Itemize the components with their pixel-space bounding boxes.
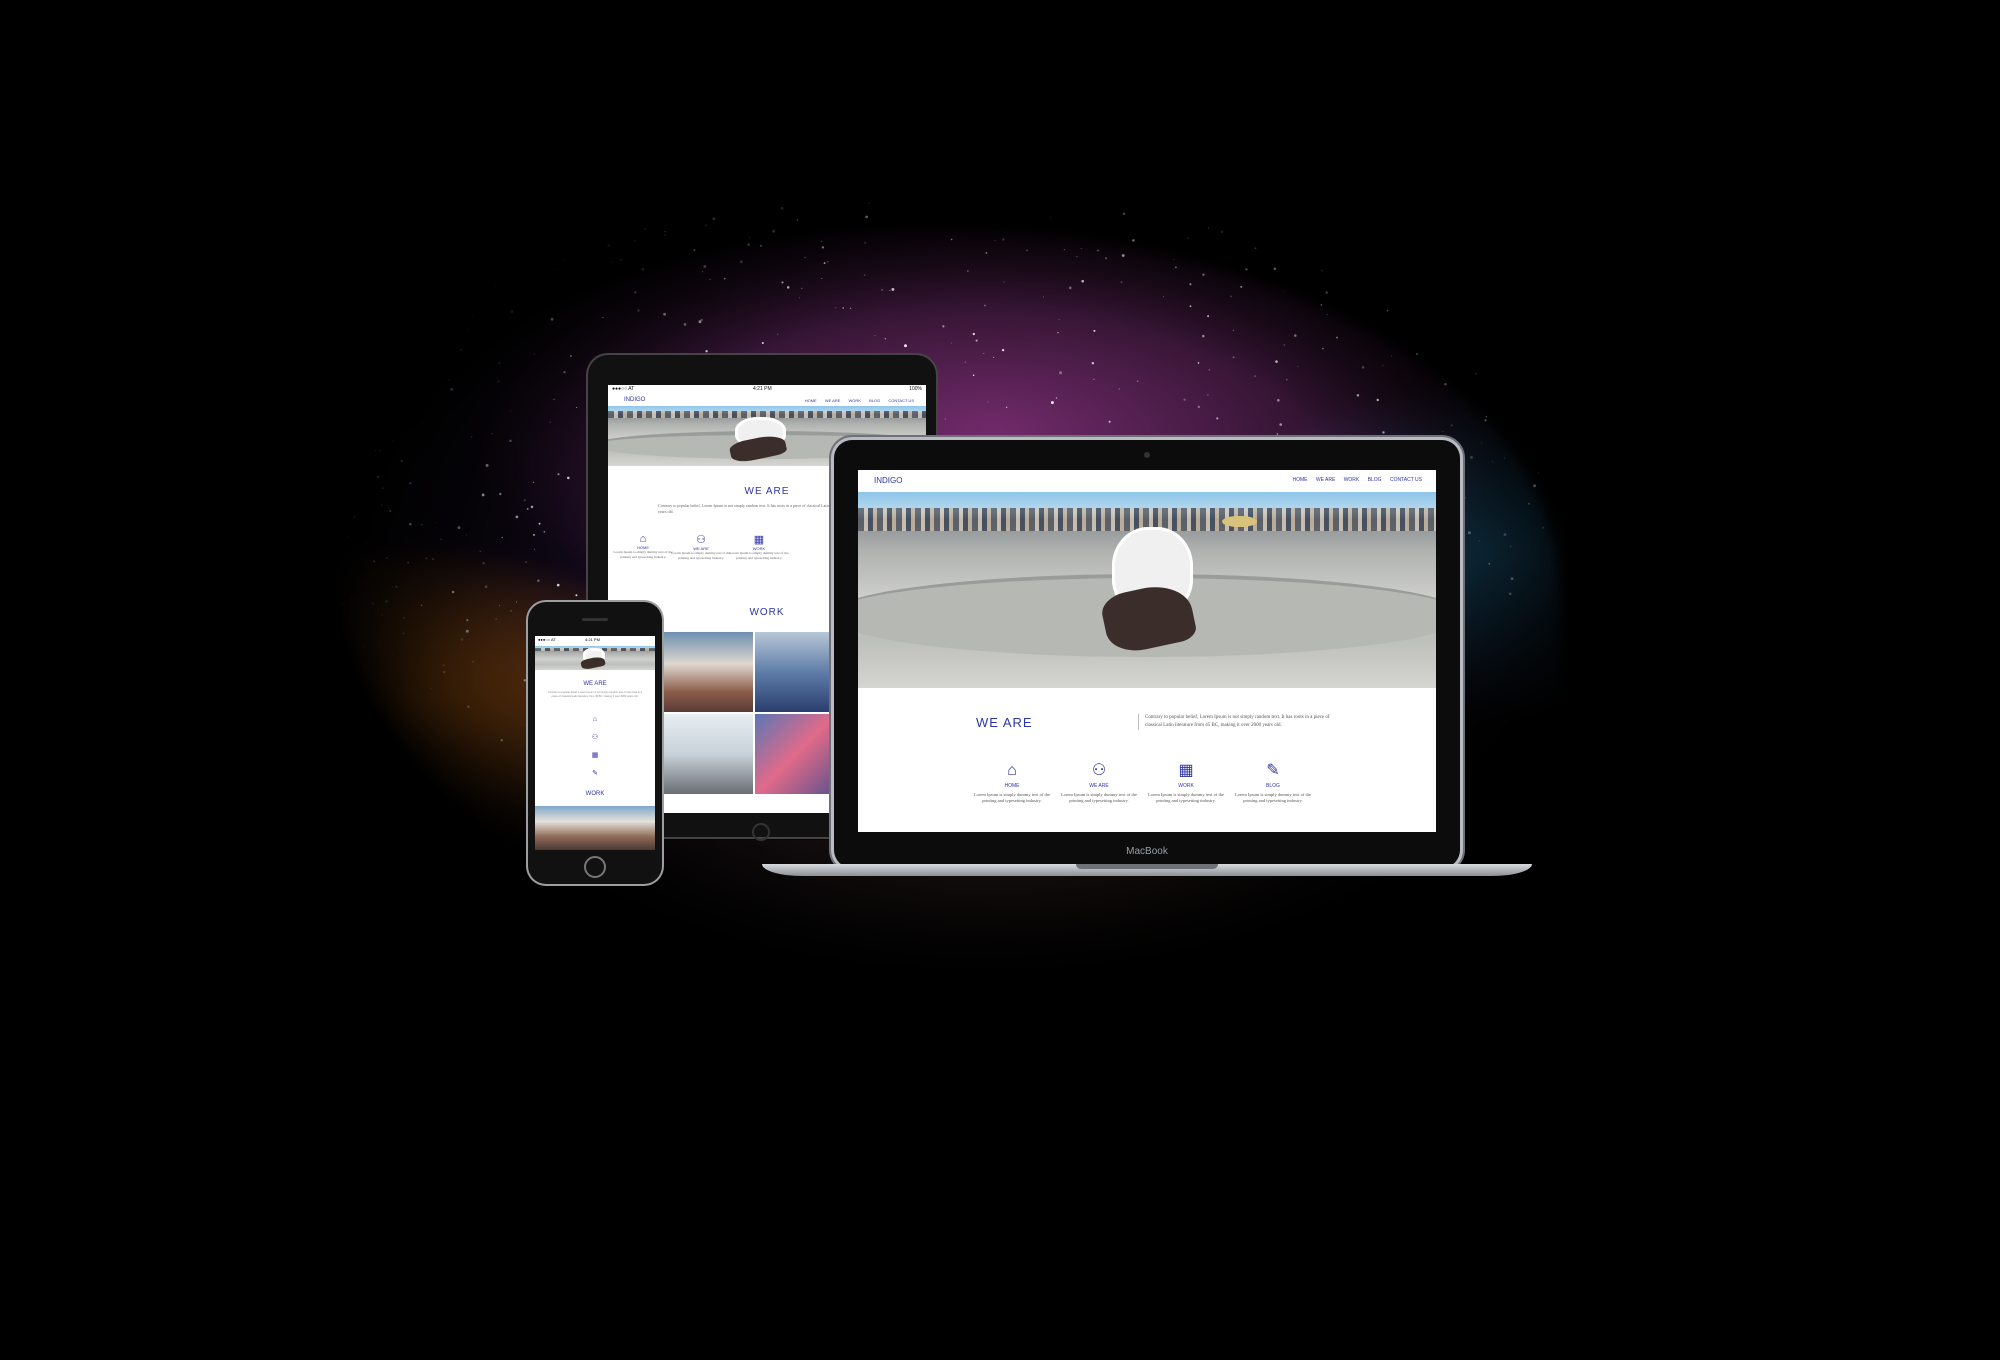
- phone-device: ●●●○○ AT 4:21 PM WE ARE Contrary to popu…: [528, 602, 662, 884]
- feature-home[interactable]: ⌂ HOME Lorem Ipsum is simply dummy text …: [970, 762, 1054, 804]
- nav-work[interactable]: WORK: [849, 398, 861, 403]
- phone-home-button[interactable]: [584, 856, 606, 878]
- feature-text: Lorem Ipsum is simply dummy text of the …: [1147, 792, 1225, 803]
- we-are-heading: WE ARE: [976, 715, 1033, 730]
- feature-work[interactable]: ▦ WORK Lorem Ipsum is simply dummy text …: [1144, 762, 1228, 804]
- clock-label: 4:21 PM: [585, 637, 600, 642]
- hero-image: [858, 492, 1436, 688]
- work-heading: WORK: [585, 791, 605, 797]
- people-icon: ⚇: [591, 734, 599, 741]
- battery-label: 100%: [909, 386, 922, 392]
- feature-label: HOME: [1004, 783, 1020, 789]
- carrier-label: ●●●○○ AT: [538, 637, 556, 642]
- site-logo[interactable]: INDIGO: [874, 476, 902, 485]
- laptop-screen: INDIGO HOME WE ARE WORK BLOG CONTACT US …: [858, 470, 1436, 832]
- feature-work[interactable]: ▦ WORK Lorem Ipsum is simply dummy text …: [724, 533, 794, 561]
- laptop-hinge-notch: [1076, 864, 1218, 869]
- site-logo[interactable]: INDIGO: [624, 397, 645, 403]
- feature-label: BLOG: [1266, 783, 1280, 789]
- feature-blog[interactable]: ✎: [535, 770, 655, 778]
- layout-icon: ▦: [1178, 762, 1194, 779]
- nav-home[interactable]: HOME: [805, 398, 817, 403]
- nav-work[interactable]: WORK: [1344, 477, 1360, 483]
- feature-text: Lorem Ipsum is simply dummy text of the …: [973, 792, 1051, 803]
- site-nav: HOME WE ARE WORK BLOG CONTACT US: [1285, 477, 1422, 483]
- tablet-home-button[interactable]: [752, 823, 770, 841]
- laptop-brand-label: MacBook: [1126, 846, 1168, 857]
- feature-home[interactable]: ⌂: [535, 716, 655, 724]
- laptop-device: INDIGO HOME WE ARE WORK BLOG CONTACT US …: [834, 440, 1460, 868]
- pencil-icon: ✎: [1266, 762, 1280, 779]
- work-thumb[interactable]: [653, 714, 753, 794]
- phone-screen: ●●●○○ AT 4:21 PM WE ARE Contrary to popu…: [535, 636, 655, 850]
- phone-status-bar: ●●●○○ AT 4:21 PM: [535, 636, 655, 644]
- feature-label: WE ARE: [1089, 783, 1109, 789]
- we-are-body: Contrary to popular belief, Lorem Ipsum …: [547, 691, 643, 698]
- pencil-icon: ✎: [592, 770, 598, 777]
- site-header: INDIGO HOME WE ARE WORK BLOG CONTACT US: [858, 470, 1436, 492]
- laptop-camera: [1144, 452, 1150, 458]
- we-are-body: Contrary to popular belief, Lorem Ipsum …: [1138, 714, 1335, 730]
- nav-contact[interactable]: CONTACT US: [1390, 477, 1422, 483]
- feature-label: WORK: [1178, 783, 1194, 789]
- carrier-label: ●●●○○ AT: [612, 386, 635, 392]
- nav-blog[interactable]: BLOG: [1368, 477, 1382, 483]
- site-nav: HOME WE ARE WORK BLOG CONTACT US: [798, 398, 914, 403]
- tablet-status-bar: ●●●○○ AT 4:21 PM 100%: [608, 385, 926, 394]
- feature-blog[interactable]: ✎ BLOG Lorem Ipsum is simply dummy text …: [1231, 762, 1315, 804]
- home-icon: ⌂: [1007, 762, 1017, 779]
- feature-we-are[interactable]: ⚇: [535, 734, 655, 742]
- feature-text: Lorem Ipsum is simply dummy text of the …: [1234, 792, 1312, 803]
- home-icon: ⌂: [592, 716, 598, 723]
- nav-we-are[interactable]: WE ARE: [1316, 477, 1335, 483]
- work-thumb[interactable]: [535, 806, 655, 850]
- phone-speaker: [582, 618, 608, 621]
- layout-icon: ▦: [753, 534, 765, 546]
- nav-blog[interactable]: BLOG: [869, 398, 880, 403]
- hero-image: [535, 646, 655, 670]
- nav-contact[interactable]: CONTACT US: [888, 398, 914, 403]
- we-are-heading: WE ARE: [583, 681, 607, 687]
- nav-home[interactable]: HOME: [1292, 477, 1307, 483]
- clock-label: 4:21 PM: [753, 386, 772, 392]
- people-icon: ⚇: [1091, 762, 1107, 779]
- work-thumb[interactable]: [653, 632, 753, 712]
- feature-we-are[interactable]: ⚇ WE ARE Lorem Ipsum is simply dummy tex…: [1057, 762, 1141, 804]
- feature-work[interactable]: ▦: [535, 752, 655, 760]
- feature-text: Lorem Ipsum is simply dummy text of the …: [1060, 792, 1138, 803]
- nav-we-are[interactable]: WE ARE: [825, 398, 841, 403]
- layout-icon: ▦: [591, 752, 599, 759]
